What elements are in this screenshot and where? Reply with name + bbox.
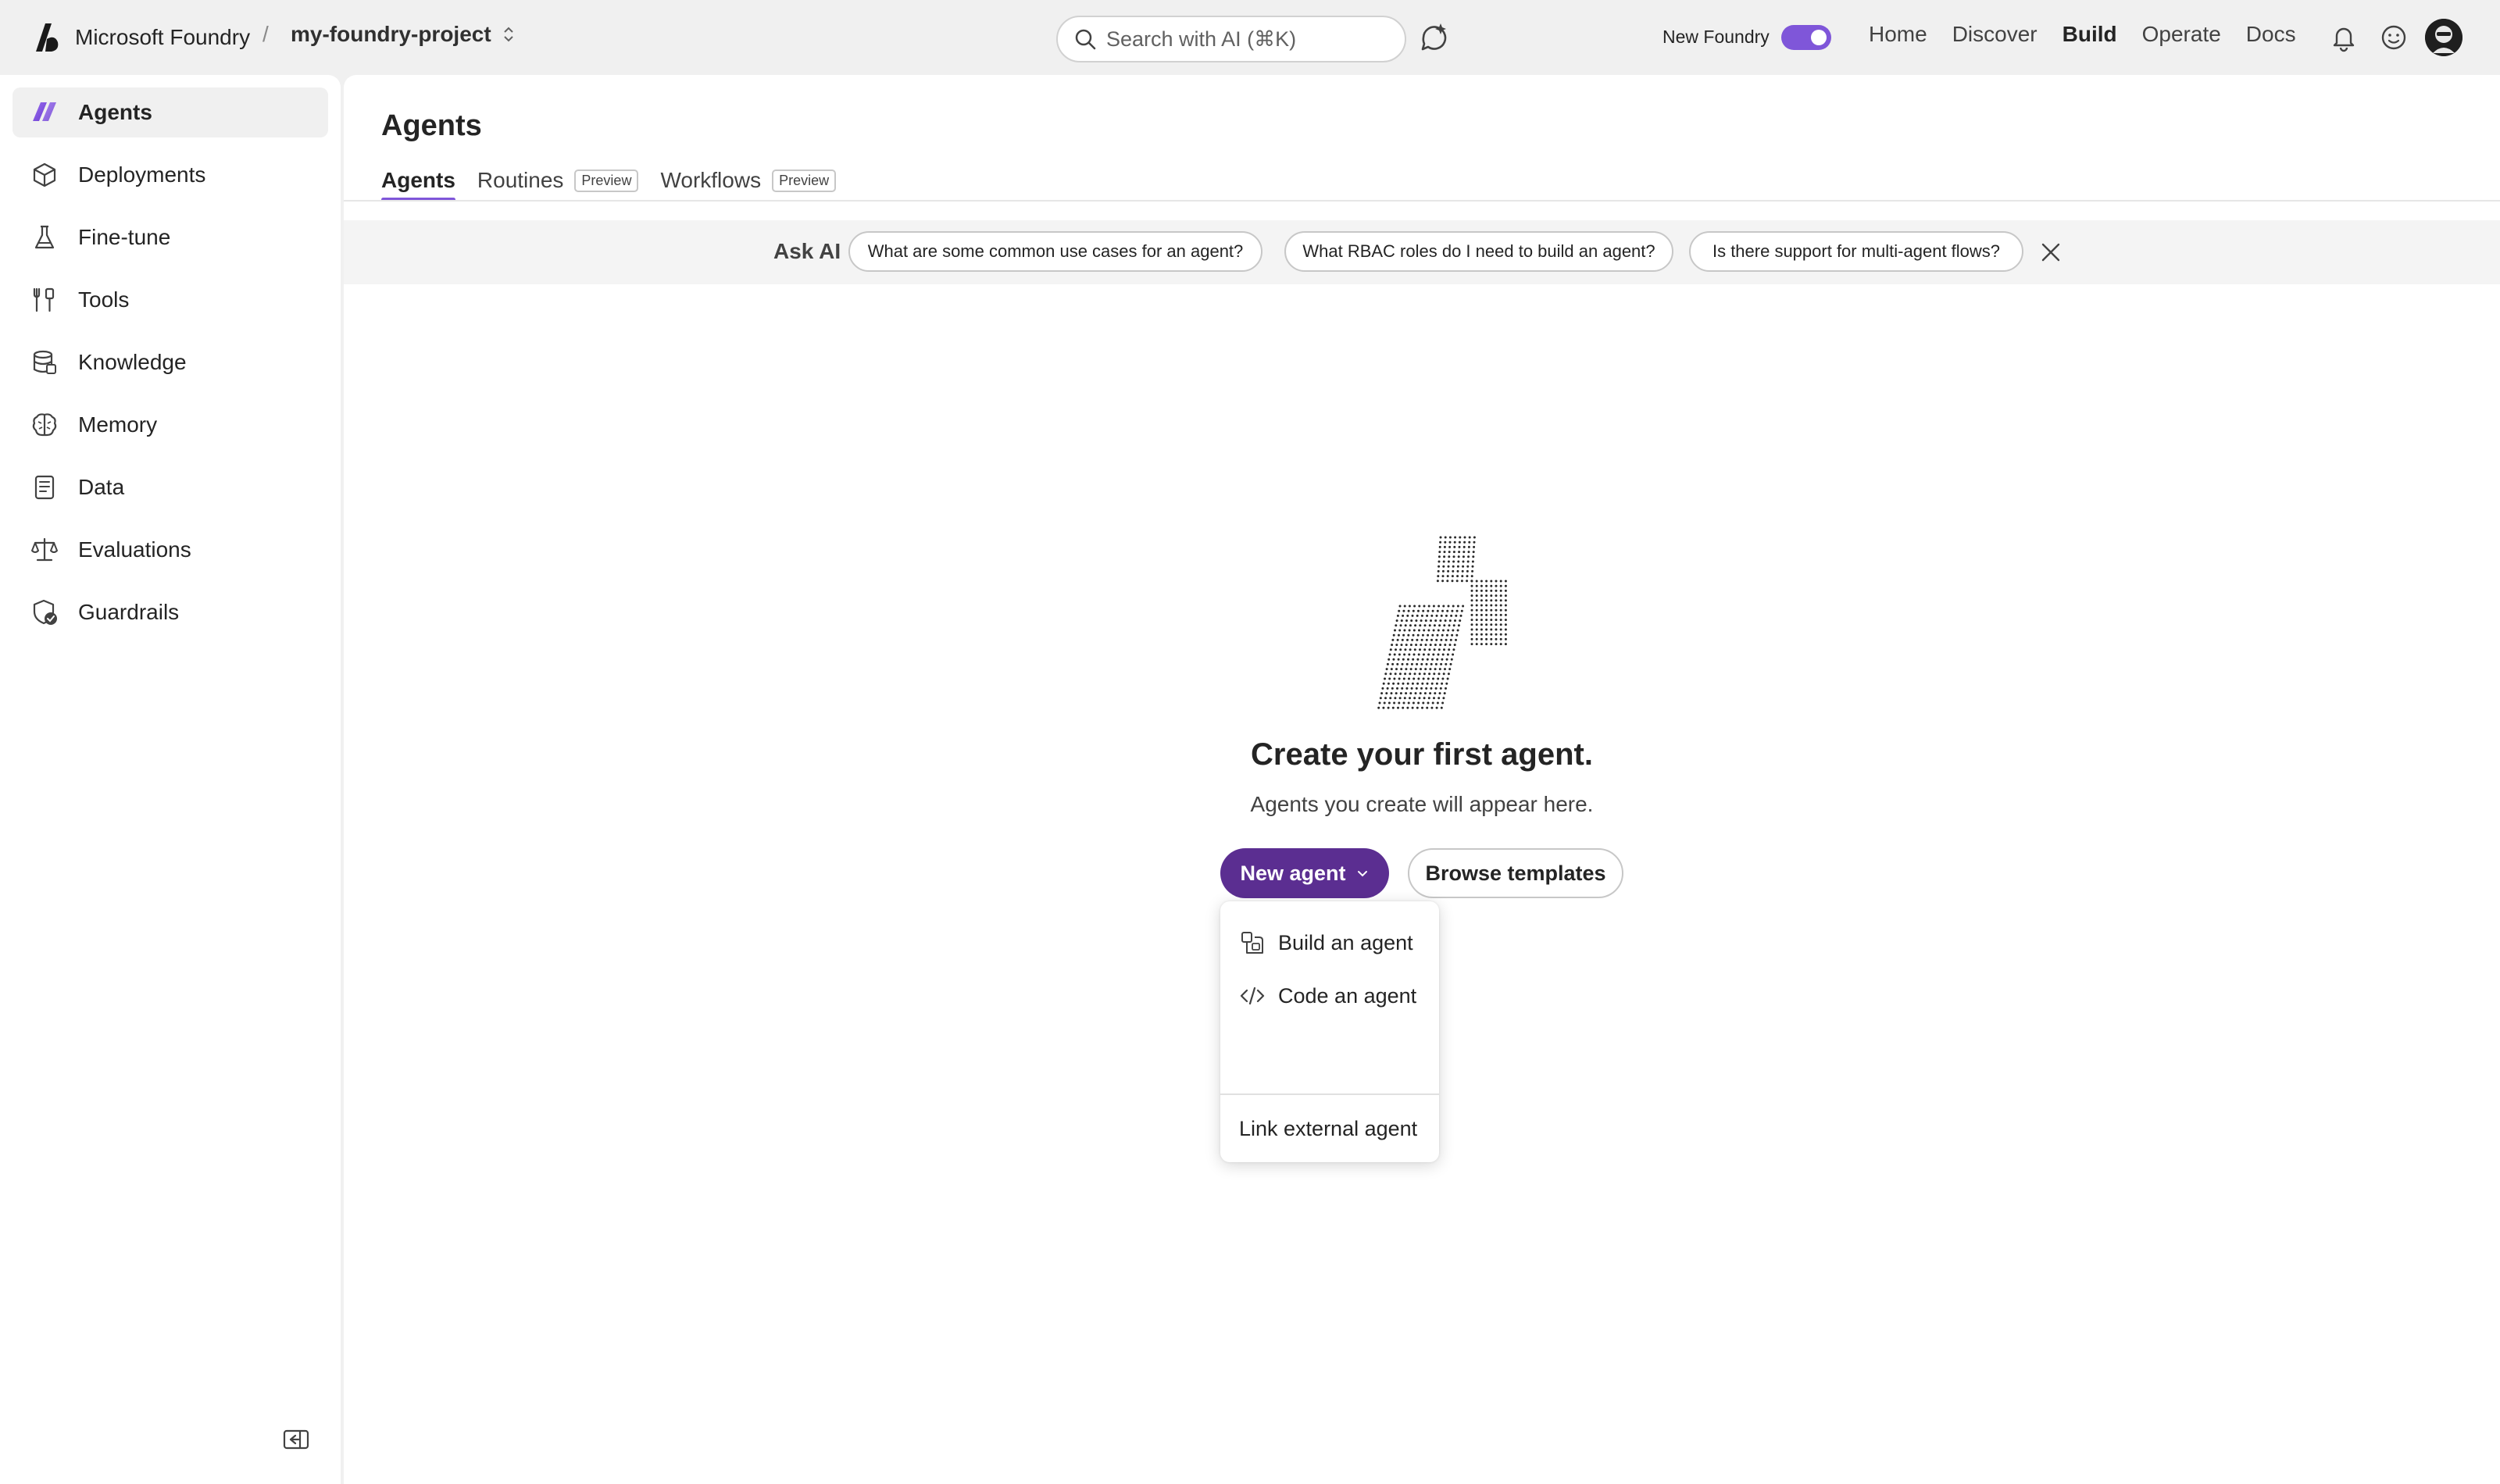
tab-workflows[interactable]: Workflows Preview (660, 161, 837, 200)
new-foundry-label: New Foundry (1662, 27, 1770, 47)
preview-badge: Preview (574, 169, 639, 192)
menu-divider (1220, 1093, 1439, 1095)
project-switcher[interactable]: my-foundry-project (291, 22, 515, 47)
nav-home[interactable]: Home (1869, 22, 1927, 47)
sidebar-item-deployments[interactable]: Deployments (12, 150, 328, 200)
brand[interactable]: Microsoft Foundry (31, 20, 250, 55)
database-icon (33, 350, 56, 374)
agents-icon (33, 102, 56, 121)
sidebar-item-label: Tools (78, 287, 130, 312)
ask-ai-suggestion-multi-agent[interactable]: Is there support for multi-agent flows? (1689, 231, 2023, 272)
agents-empty-illustration (1377, 536, 1507, 709)
sidebar-item-label: Data (78, 475, 125, 499)
avatar[interactable] (2425, 19, 2462, 56)
close-icon[interactable] (2038, 239, 2064, 266)
shield-check-icon (33, 599, 57, 625)
cube-icon (33, 162, 56, 187)
menu-item-label: Link external agent (1239, 1116, 1418, 1140)
search-input[interactable] (1106, 27, 1388, 52)
tabs-divider (344, 200, 2500, 202)
sidebar-item-label: Agents (78, 100, 152, 124)
nav-operate[interactable]: Operate (2142, 22, 2221, 47)
foundry-logo-icon (36, 23, 59, 52)
document-icon (34, 475, 55, 500)
bell-icon[interactable] (2328, 22, 2359, 53)
wrench-icon (33, 287, 55, 312)
user-avatar-icon (2425, 19, 2462, 56)
ask-ai-suggestion-rbac[interactable]: What RBAC roles do I need to build an ag… (1284, 231, 1673, 272)
sidebar-item-agents[interactable]: Agents (12, 87, 328, 137)
browse-templates-button[interactable]: Browse templates (1408, 848, 1623, 898)
top-nav: Home Discover Build Operate Docs (1869, 22, 2296, 47)
menu-item-build-agent[interactable]: Build an agent (1220, 919, 1439, 967)
preview-badge: Preview (772, 169, 837, 192)
chevron-up-down-icon (503, 27, 513, 42)
main-panel: Agents Agents Routines Preview Workflows… (344, 75, 2500, 1484)
ask-ai-bar: Ask AI What are some common use cases fo… (344, 220, 2500, 284)
sidebar-item-knowledge[interactable]: Knowledge (12, 337, 328, 387)
nav-build[interactable]: Build (2062, 22, 2117, 47)
nav-discover[interactable]: Discover (1952, 22, 2038, 47)
sidebar-item-tools[interactable]: Tools (12, 275, 328, 325)
empty-state-subtitle: Agents you create will appear here. (1250, 792, 1594, 816)
sidebar-item-fine-tune[interactable]: Fine-tune (12, 212, 328, 262)
brain-icon (32, 413, 57, 437)
sidebar-item-data[interactable]: Data (12, 462, 328, 512)
nav-docs[interactable]: Docs (2246, 22, 2296, 47)
collapse-sidebar-icon[interactable] (281, 1425, 311, 1454)
tab-label: Workflows (660, 168, 762, 192)
sidebar-item-memory[interactable]: Memory (12, 400, 328, 450)
ask-ai-suggestion-use-cases[interactable]: What are some common use cases for an ag… (848, 231, 1262, 272)
tab-label: Agents (381, 168, 455, 192)
menu-item-code-agent[interactable]: Code an agent (1220, 972, 1439, 1020)
sidebar-item-label: Knowledge (78, 350, 187, 374)
new-agent-label: New agent (1240, 861, 1346, 885)
ask-ai-label: Ask AI (773, 239, 841, 263)
new-agent-menu: Build an agent Code an agent Link extern… (1220, 901, 1439, 1162)
page-title: Agents (381, 109, 482, 142)
search-box[interactable] (1056, 16, 1406, 62)
new-foundry-toggle[interactable] (1781, 25, 1831, 50)
tab-label: Routines (477, 168, 564, 192)
top-bar: Microsoft Foundry / my-foundry-project N… (0, 0, 2500, 75)
flask-icon (34, 225, 55, 249)
sidebar-item-label: Memory (78, 412, 158, 437)
chevron-down-icon (1357, 871, 1367, 877)
sidebar-item-evaluations[interactable]: Evaluations (12, 525, 328, 575)
brand-name: Microsoft Foundry (75, 25, 251, 49)
sidebar: Agents Deployments Fine-tune Tools Knowl… (0, 75, 341, 1484)
sidebar-item-label: Deployments (78, 162, 206, 187)
toggle-knob (1811, 30, 1827, 45)
sidebar-item-label: Evaluations (78, 537, 191, 562)
sidebar-item-label: Fine-tune (78, 225, 171, 249)
code-icon (1240, 986, 1265, 1005)
search-icon (1075, 29, 1096, 50)
breadcrumb-separator: / (262, 22, 269, 46)
scale-icon (31, 537, 58, 562)
menu-item-label: Build an agent (1278, 930, 1413, 954)
empty-state-title: Create your first agent. (1251, 737, 1593, 772)
build-agent-icon (1241, 932, 1263, 954)
menu-item-link-external-agent[interactable]: Link external agent (1220, 1104, 1439, 1153)
project-name: my-foundry-project (291, 22, 491, 46)
ai-chat-icon[interactable] (1417, 20, 1452, 55)
smiley-feedback-icon[interactable] (2378, 22, 2409, 53)
tab-routines[interactable]: Routines Preview (477, 161, 639, 200)
sidebar-item-guardrails[interactable]: Guardrails (12, 587, 328, 637)
tab-agents[interactable]: Agents (381, 161, 455, 202)
menu-item-label: Code an agent (1278, 983, 1417, 1008)
new-agent-button[interactable]: New agent (1220, 848, 1389, 898)
sidebar-item-label: Guardrails (78, 600, 180, 624)
tab-list: Agents Routines Preview Workflows Previe… (381, 161, 858, 202)
